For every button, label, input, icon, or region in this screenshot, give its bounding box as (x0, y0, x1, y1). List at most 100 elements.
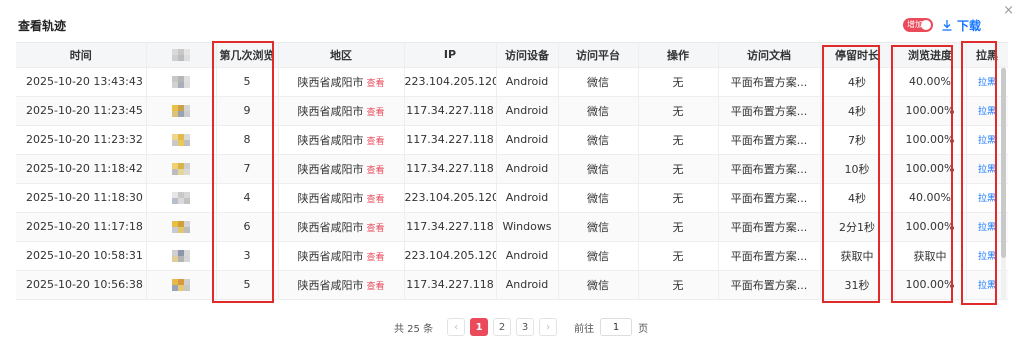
cell-time: 2025-10-20 11:18:42 (16, 154, 147, 184)
goto-page-input[interactable] (600, 318, 633, 336)
block-link[interactable]: 拉黑 (978, 223, 996, 233)
table-row: 2025-10-20 13:43:43 5 陕西省咸阳市 查看 223.104.2… (16, 67, 1008, 97)
scrollbar-thumb[interactable] (1001, 68, 1006, 258)
table-row: 2025-10-20 11:17:18 6 陕西省咸阳市 查看 117.34.22… (16, 212, 1008, 242)
cell-region: 陕西省咸阳市 查看 (278, 183, 405, 213)
next-page-button[interactable]: › (539, 318, 558, 336)
view-location-link[interactable]: 查看 (366, 166, 384, 176)
table-row: 2025-10-20 10:56:38 5 陕西省咸阳市 查看 117.34.22… (16, 270, 1008, 300)
region-text: 陕西省咸阳市 (297, 249, 364, 263)
region-text: 陕西省咸阳市 (297, 162, 364, 176)
cell-progress: 获取中 (894, 241, 967, 271)
block-link[interactable]: 拉黑 (978, 281, 996, 291)
page-3-button[interactable]: 3 (516, 318, 535, 336)
page-2-button[interactable]: 2 (493, 318, 512, 336)
cell-document: 平面布置方案... (718, 270, 821, 300)
col-avatar (146, 43, 217, 68)
block-link[interactable]: 拉黑 (978, 252, 996, 262)
view-location-link[interactable]: 查看 (366, 79, 384, 89)
cell-visit-count: 3 (216, 241, 279, 271)
col-progress: 浏览进度 (894, 43, 967, 68)
cell-device: Android (496, 96, 559, 126)
view-location-link[interactable]: 查看 (366, 137, 384, 147)
toggle-switch[interactable]: 增加 (903, 18, 933, 32)
cell-ip: 117.34.227.118 (404, 96, 497, 126)
col-region: 地区 (278, 43, 405, 68)
blurred-avatar (172, 250, 190, 262)
cell-device: Android (496, 125, 559, 155)
region-text: 陕西省咸阳市 (297, 104, 364, 118)
cell-visit-count: 4 (216, 183, 279, 213)
cell-progress: 100.00% (894, 270, 967, 300)
cell-region: 陕西省咸阳市 查看 (278, 241, 405, 271)
view-location-link[interactable]: 查看 (366, 195, 384, 205)
page-unit-label: 页 (638, 323, 649, 335)
view-location-link[interactable]: 查看 (366, 253, 384, 263)
cell-region: 陕西省咸阳市 查看 (278, 125, 405, 155)
block-link[interactable]: 拉黑 (978, 194, 996, 204)
cell-avatar (146, 96, 217, 126)
table-row: 2025-10-20 11:18:30 4 陕西省咸阳市 查看 223.104.2… (16, 183, 1008, 213)
table-row: 2025-10-20 11:23:45 9 陕西省咸阳市 查看 117.34.22… (16, 96, 1008, 126)
col-visit-count: 第几次浏览 (216, 43, 279, 68)
region-text: 陕西省咸阳市 (297, 191, 364, 205)
track-table: 时间 第几次浏览 地区 IP 访问设备 访问平台 操作 访问文档 停留时长 浏览… (16, 42, 1008, 302)
prev-page-button[interactable]: ‹ (447, 318, 466, 336)
cell-time: 2025-10-20 11:23:32 (16, 125, 147, 155)
table-row: 2025-10-20 11:23:32 8 陕西省咸阳市 查看 117.34.22… (16, 125, 1008, 155)
cell-visit-count: 5 (216, 270, 279, 300)
view-location-link[interactable]: 查看 (366, 282, 384, 292)
view-location-link[interactable]: 查看 (366, 108, 384, 118)
close-icon[interactable]: × (1003, 4, 1014, 17)
cell-action: 无 (638, 67, 719, 97)
cell-visit-count: 7 (216, 154, 279, 184)
col-action: 操作 (638, 43, 719, 68)
block-link[interactable]: 拉黑 (978, 165, 996, 175)
cell-document: 平面布置方案... (718, 183, 821, 213)
block-link[interactable]: 拉黑 (978, 78, 996, 88)
cell-action: 无 (638, 183, 719, 213)
cell-document: 平面布置方案... (718, 212, 821, 242)
cell-stay-duration: 7秒 (820, 125, 895, 155)
block-link[interactable]: 拉黑 (978, 136, 996, 146)
cell-device: Android (496, 183, 559, 213)
cell-action: 无 (638, 125, 719, 155)
download-button[interactable]: 下载 (942, 17, 981, 34)
region-text: 陕西省咸阳市 (297, 133, 364, 147)
cell-ip: 223.104.205.120 (404, 183, 497, 213)
pagination-total: 共 25 条 (394, 323, 434, 335)
cell-platform: 微信 (558, 241, 639, 271)
cell-action: 无 (638, 212, 719, 242)
cell-ip: 117.34.227.118 (404, 212, 497, 242)
cell-action: 无 (638, 270, 719, 300)
cell-device: Android (496, 270, 559, 300)
cell-progress: 100.00% (894, 125, 967, 155)
page-1-button[interactable]: 1 (470, 318, 489, 336)
table-header: 时间 第几次浏览 地区 IP 访问设备 访问平台 操作 访问文档 停留时长 浏览… (16, 43, 1008, 68)
cell-ip: 117.34.227.118 (404, 154, 497, 184)
region-text: 陕西省咸阳市 (297, 75, 364, 89)
cell-stay-duration: 31秒 (820, 270, 895, 300)
cell-progress: 40.00% (894, 67, 967, 97)
dialog-title: 查看轨迹 (18, 19, 67, 33)
cell-stay-duration: 4秒 (820, 96, 895, 126)
cell-time: 2025-10-20 10:56:38 (16, 270, 147, 300)
cell-progress: 100.00% (894, 212, 967, 242)
table-row: 2025-10-20 11:18:42 7 陕西省咸阳市 查看 117.34.22… (16, 154, 1008, 184)
cell-device: Android (496, 241, 559, 271)
toggle-track[interactable]: 增加 (903, 18, 933, 32)
col-block: 拉黑 (966, 43, 1008, 68)
cell-visit-count: 5 (216, 67, 279, 97)
cell-ip: 117.34.227.118 (404, 270, 497, 300)
cell-progress: 100.00% (894, 96, 967, 126)
col-platform: 访问平台 (558, 43, 639, 68)
cell-avatar (146, 154, 217, 184)
cell-device: Android (496, 154, 559, 184)
view-location-link[interactable]: 查看 (366, 224, 384, 234)
block-link[interactable]: 拉黑 (978, 107, 996, 117)
cell-progress: 40.00% (894, 183, 967, 213)
cell-ip: 223.104.205.120 (404, 67, 497, 97)
cell-avatar (146, 183, 217, 213)
cell-device: Android (496, 67, 559, 97)
cell-stay-duration: 获取中 (820, 241, 895, 271)
